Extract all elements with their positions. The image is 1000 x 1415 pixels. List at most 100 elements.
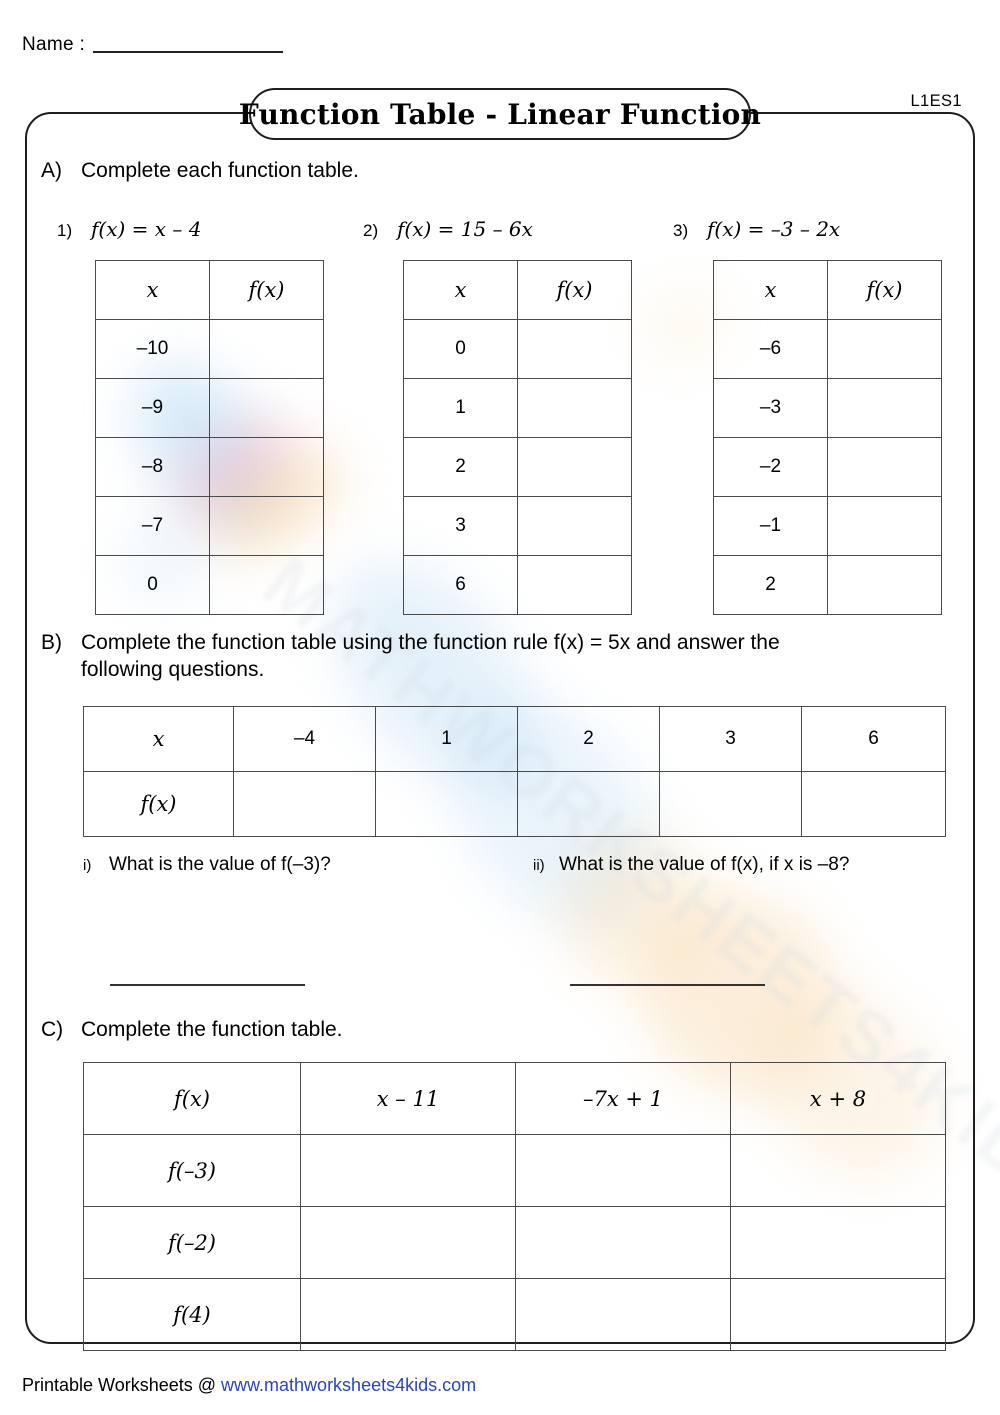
table-row: –6 [713,319,942,379]
column-header-fx: f(x) [517,260,632,320]
answer-cell[interactable] [730,1134,946,1207]
fx-answer-cell[interactable] [233,771,376,837]
function-table-2: x f(x) 0 1 2 3 6 [403,260,632,615]
section-c-instruction: Complete the function table. [81,1018,343,1041]
fx-answer-cell[interactable] [517,555,632,615]
fx-answer-cell[interactable] [517,319,632,379]
problem-1-rule: f(x) = x – 4 [91,217,202,241]
x-value-cell: 1 [375,706,518,772]
table-row: 2 [403,437,632,497]
table-row: f(–3) [83,1134,946,1207]
footer-prefix: Printable Worksheets @ [22,1375,222,1395]
title-pill: Function Table - Linear Function [239,88,761,140]
column-header-rule-3: x + 8 [730,1062,946,1135]
column-header-x: x [95,260,210,320]
table-row: x –4 1 2 3 6 [83,706,946,772]
fx-answer-cell[interactable] [827,555,942,615]
column-header-x: x [713,260,828,320]
table-row: –8 [95,437,324,497]
fx-answer-cell[interactable] [659,771,802,837]
question-ii-number: ii) [533,857,545,874]
problem-2-rule: f(x) = 15 – 6x [397,217,533,241]
x-value-cell: 0 [95,555,210,615]
function-table-3: x f(x) –6 –3 –2 –1 2 [713,260,942,615]
x-value-cell: 3 [659,706,802,772]
answer-cell[interactable] [515,1278,731,1351]
fx-answer-cell[interactable] [801,771,946,837]
function-table-c: f(x) x – 11 –7x + 1 x + 8 f(–3) f(–2) f(… [83,1062,946,1351]
problem-3-rule: f(x) = –3 – 2x [707,217,841,241]
fx-answer-cell[interactable] [209,555,324,615]
x-value-cell: –9 [95,378,210,438]
x-value-cell: –4 [233,706,376,772]
worksheet-content: A) Complete each function table. 1) f(x)… [25,112,975,1351]
x-value-cell: –1 [713,496,828,556]
fx-answer-cell[interactable] [375,771,518,837]
x-value-cell: –7 [95,496,210,556]
answer-line-ii[interactable] [570,984,765,986]
fx-answer-cell[interactable] [517,496,632,556]
section-b-instruction-line1: Complete the function table using the fu… [81,631,780,654]
question-i-text: What is the value of f(–3)? [109,854,331,875]
fx-answer-cell[interactable] [209,437,324,497]
section-b-instruction-line2: following questions. [81,657,265,681]
name-input-line[interactable] [93,51,284,53]
x-value-cell: –6 [713,319,828,379]
x-value-cell: 1 [403,378,518,438]
answer-line-i[interactable] [110,984,305,986]
page-title: Function Table - Linear Function [238,97,762,131]
table-row: 2 [713,555,942,615]
fx-answer-cell[interactable] [209,496,324,556]
section-a-instruction: Complete each function table. [81,159,359,182]
row-header-x: x [83,706,234,772]
question-ii: ii) What is the value of f(x), if x is –… [533,854,849,876]
x-value-cell: 2 [713,555,828,615]
answer-cell[interactable] [730,1278,946,1351]
row-header-fx: f(x) [83,771,234,837]
fx-answer-cell[interactable] [517,437,632,497]
answer-cell[interactable] [300,1206,516,1279]
fx-answer-cell[interactable] [209,378,324,438]
section-a-heading: A) Complete each function table. [41,158,359,185]
table-row: x f(x) [713,260,942,320]
column-header-fx: f(x) [209,260,324,320]
fx-answer-cell[interactable] [827,496,942,556]
table-row: f(4) [83,1278,946,1351]
function-table-b: x –4 1 2 3 6 f(x) [83,706,946,837]
answer-cell[interactable] [730,1206,946,1279]
section-c-letter: C) [41,1018,64,1041]
table-row: –1 [713,496,942,556]
problem-3-label: 3) f(x) = –3 – 2x [673,217,840,241]
answer-cell[interactable] [515,1206,731,1279]
table-row: –7 [95,496,324,556]
problem-1-label: 1) f(x) = x – 4 [57,217,201,241]
x-value-cell: 3 [403,496,518,556]
table-row: 0 [403,319,632,379]
function-table-1: x f(x) –10 –9 –8 –7 0 [95,260,324,615]
problem-2-number: 2) [363,221,379,240]
x-value-cell: –10 [95,319,210,379]
footer-url[interactable]: www.mathworksheets4kids.com [221,1375,476,1395]
problem-1-number: 1) [57,221,73,240]
row-label-cell: f(–2) [83,1206,301,1279]
fx-answer-cell[interactable] [827,378,942,438]
table-row: f(x) x – 11 –7x + 1 x + 8 [83,1062,946,1135]
answer-cell[interactable] [300,1278,516,1351]
section-b-heading: B) Complete the function table using the … [41,630,780,684]
fx-answer-cell[interactable] [827,319,942,379]
fx-answer-cell[interactable] [517,378,632,438]
problem-3-number: 3) [673,221,689,240]
answer-cell[interactable] [300,1134,516,1207]
problem-2-label: 2) f(x) = 15 – 6x [363,217,533,241]
row-label-cell: f(–3) [83,1134,301,1207]
answer-cell[interactable] [515,1134,731,1207]
fx-answer-cell[interactable] [517,771,660,837]
x-value-cell: 6 [403,555,518,615]
row-label-cell: f(4) [83,1278,301,1351]
fx-answer-cell[interactable] [827,437,942,497]
column-header-rule-1: x – 11 [300,1062,516,1135]
fx-answer-cell[interactable] [209,319,324,379]
question-i-number: i) [83,857,92,874]
section-a-letter: A) [41,159,62,182]
sheet-code: L1ES1 [910,92,962,110]
